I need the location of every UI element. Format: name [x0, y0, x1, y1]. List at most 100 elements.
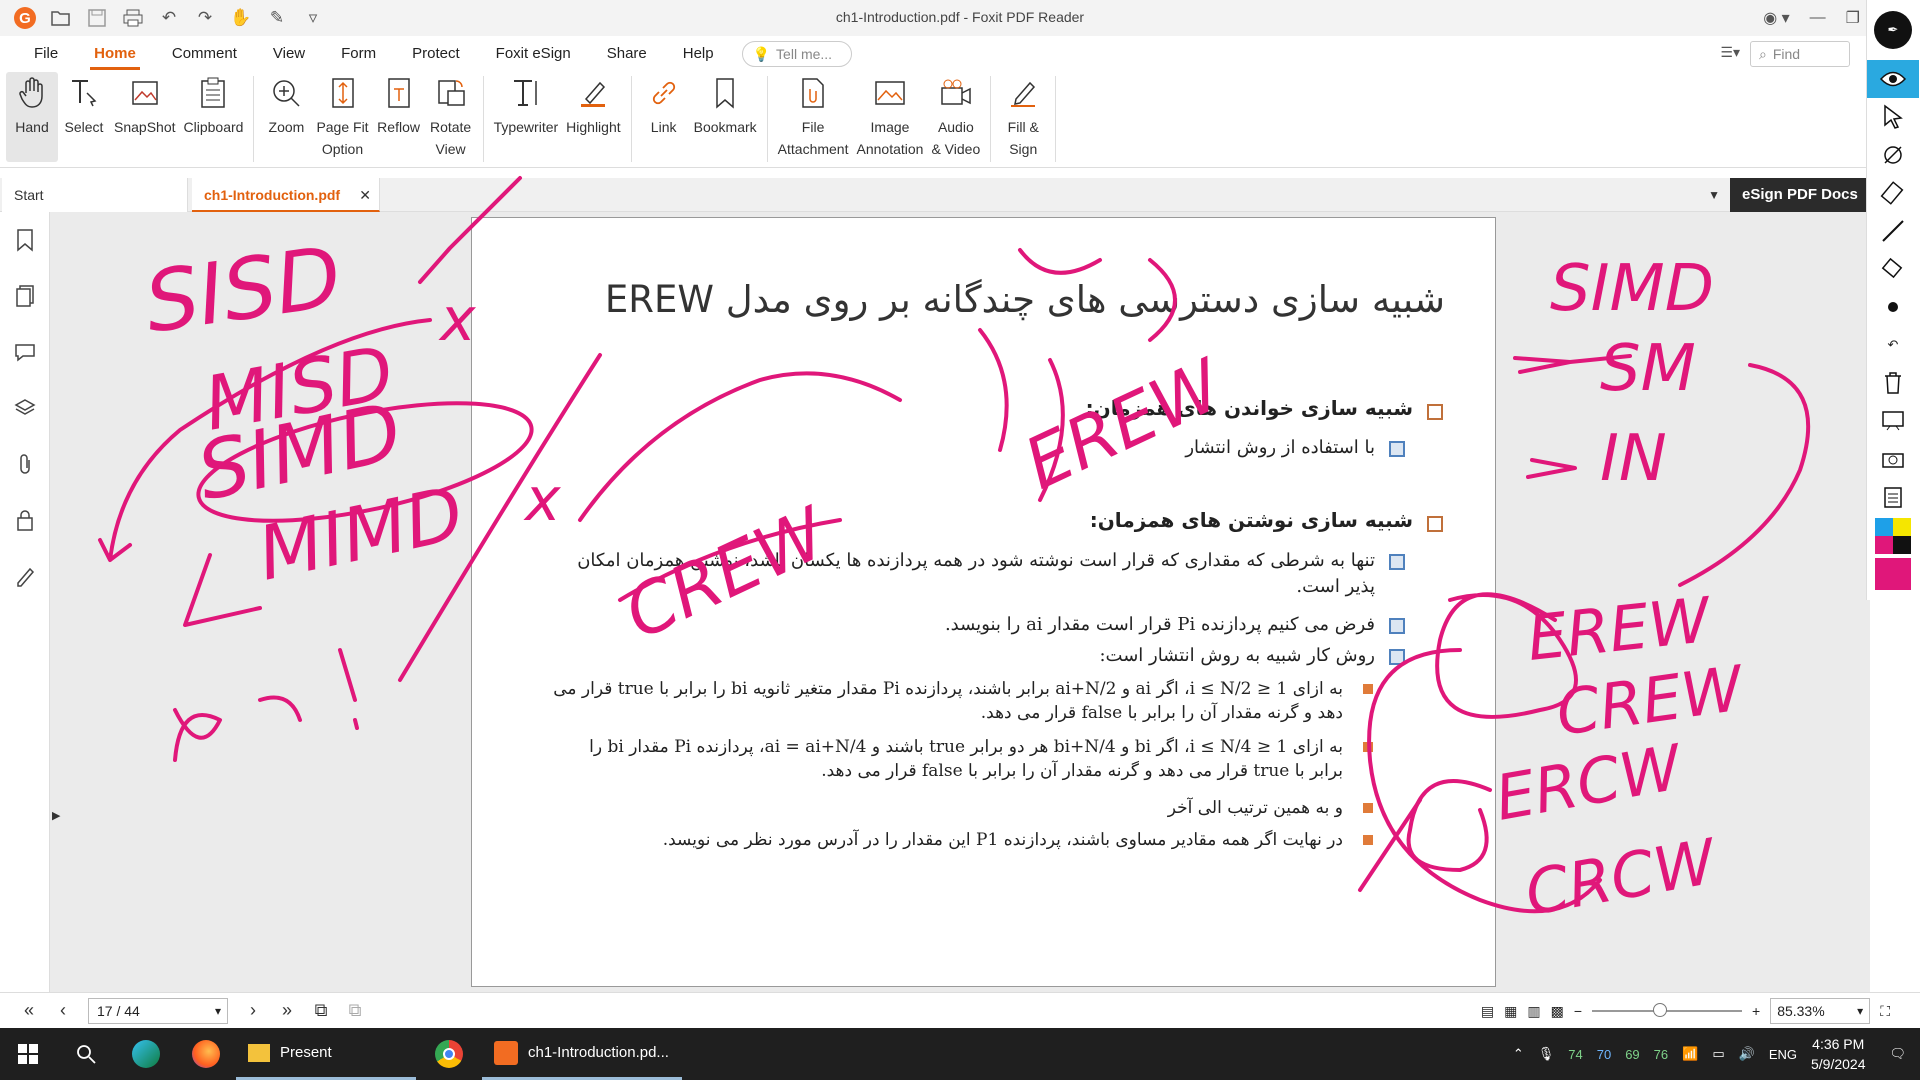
audio-video-button[interactable]: Audio & Video	[927, 72, 984, 162]
pages-panel-icon[interactable]	[0, 268, 50, 324]
document-viewer[interactable]: ▶ شبیه سازی دسترسی های چندگانه بر روی مد…	[50, 212, 1870, 992]
bookmark-button[interactable]: Bookmark	[690, 72, 761, 162]
account-icon[interactable]: ◉ ▾	[1763, 8, 1789, 28]
selected-color-swatch[interactable]	[1867, 556, 1919, 592]
search-taskbar-icon[interactable]	[56, 1028, 116, 1080]
notes-icon[interactable]	[1867, 478, 1919, 516]
image-annotation-button[interactable]: Image Annotation	[853, 72, 928, 162]
open-folder-icon[interactable]	[46, 4, 76, 32]
zoom-in-icon[interactable]: +	[1752, 1003, 1760, 1019]
continuous-facing-view-icon[interactable]: ▩	[1551, 1003, 1564, 1020]
cursor-icon[interactable]	[1867, 98, 1919, 136]
undo-icon[interactable]: ↶	[154, 4, 184, 32]
pen-tool-logo-icon[interactable]: ✒	[1867, 0, 1919, 60]
tell-me-input[interactable]: 💡 Tell me...	[741, 41, 852, 67]
select-button[interactable]: Select	[58, 72, 110, 162]
facing-view-icon[interactable]: ▥	[1527, 1003, 1540, 1020]
system-clock[interactable]: 4:36 PM 5/9/2024	[1811, 1034, 1866, 1074]
customize-dropdown-icon[interactable]: ▿	[298, 4, 328, 32]
pen-icon[interactable]: ✎	[262, 4, 292, 32]
line-tool-icon[interactable]	[1867, 212, 1919, 250]
undo-ink-icon[interactable]: ↶	[1867, 326, 1919, 364]
single-page-view-icon[interactable]: ▤	[1481, 1003, 1494, 1020]
tab-document[interactable]: ch1-Introduction.pdf ✕	[192, 178, 380, 212]
menu-file[interactable]: File	[16, 36, 76, 72]
print-icon[interactable]	[118, 4, 148, 32]
foxit-logo-icon[interactable]: G	[10, 4, 40, 32]
zoom-level-input[interactable]: 85.33%	[1770, 998, 1871, 1024]
typewriter-button[interactable]: Typewriter	[490, 72, 563, 162]
tab-list-dropdown-icon[interactable]: ▼	[1708, 188, 1720, 202]
menu-comment[interactable]: Comment	[154, 36, 255, 72]
save-icon[interactable]	[82, 4, 112, 32]
reflow-button[interactable]: Reflow	[373, 72, 425, 162]
eraser-icon[interactable]	[1867, 250, 1919, 288]
esign-pdf-docs-button[interactable]: eSign PDF Docs	[1730, 178, 1870, 212]
signature-panel-icon[interactable]	[0, 548, 50, 604]
page-number-input[interactable]: 17 / 44	[88, 997, 228, 1024]
security-panel-icon[interactable]	[0, 492, 50, 548]
next-page-icon[interactable]: ›	[236, 996, 270, 1026]
zoom-out-icon[interactable]: −	[1574, 1003, 1582, 1019]
continuous-view-icon[interactable]: ▦	[1504, 1003, 1517, 1020]
color-palette[interactable]	[1867, 516, 1919, 556]
eye-icon[interactable]	[1867, 60, 1919, 98]
chrome-browser-icon[interactable]	[416, 1028, 482, 1080]
network-icon[interactable]: 📶	[1682, 1046, 1698, 1062]
find-input[interactable]: ⌕ Find	[1750, 41, 1850, 67]
menu-help[interactable]: Help	[665, 36, 732, 72]
windows-start-icon[interactable]	[0, 1028, 56, 1080]
tab-start[interactable]: Start	[2, 178, 188, 212]
redo-icon[interactable]: ↷	[190, 4, 220, 32]
highlight-button[interactable]: Highlight	[562, 72, 624, 162]
taskbar-app-present[interactable]: Present	[236, 1028, 416, 1080]
bookmark-panel-icon[interactable]	[0, 212, 50, 268]
zoom-slider-knob[interactable]	[1652, 1003, 1667, 1017]
rotate-view-button[interactable]: Rotate View	[425, 72, 477, 162]
comments-panel-icon[interactable]	[0, 324, 50, 380]
laser-pointer-icon[interactable]	[1867, 136, 1919, 174]
fullscreen-icon[interactable]: ⛶	[1880, 1003, 1890, 1020]
link-button[interactable]: Link	[638, 72, 690, 162]
menu-share[interactable]: Share	[589, 36, 665, 72]
fill-sign-button[interactable]: Fill & Sign	[997, 72, 1049, 162]
whiteboard-icon[interactable]	[1867, 402, 1919, 440]
zoom-slider[interactable]	[1592, 1003, 1742, 1017]
previous-page-icon[interactable]: ‹	[46, 996, 80, 1026]
show-hidden-icons-icon[interactable]: ⌃	[1513, 1046, 1524, 1062]
volume-icon[interactable]: 🔊	[1739, 1046, 1755, 1062]
camera-icon[interactable]	[1867, 440, 1919, 478]
clipboard-button[interactable]: Clipboard	[180, 72, 248, 162]
zoom-button[interactable]: Zoom	[260, 72, 312, 162]
close-tab-icon[interactable]: ✕	[359, 178, 371, 212]
dot-size-icon[interactable]	[1867, 288, 1919, 326]
hand-tool-icon[interactable]: ✋	[226, 4, 256, 32]
edge-browser-icon[interactable]	[116, 1028, 176, 1080]
menu-home[interactable]: Home	[76, 36, 154, 72]
first-page-icon[interactable]: «	[12, 996, 46, 1026]
insert-page-icon[interactable]: ⧉	[338, 996, 372, 1026]
battery-icon[interactable]: ▭	[1712, 1046, 1724, 1062]
menu-form[interactable]: Form	[323, 36, 394, 72]
menu-view[interactable]: View	[255, 36, 323, 72]
search-options-icon[interactable]: ☰▾	[1720, 44, 1740, 61]
layers-panel-icon[interactable]	[0, 380, 50, 436]
file-attachment-button[interactable]: File Attachment	[774, 72, 853, 162]
taskbar-app-foxit[interactable]: ch1-Introduction.pd...	[482, 1028, 682, 1080]
last-page-icon[interactable]: »	[270, 996, 304, 1026]
expand-panel-icon[interactable]: ▶	[52, 809, 60, 822]
extract-page-icon[interactable]: ⧉	[304, 996, 338, 1026]
hand-button[interactable]: Hand	[6, 72, 58, 162]
highlighter-icon[interactable]	[1867, 174, 1919, 212]
trash-icon[interactable]	[1867, 364, 1919, 402]
microphone-icon[interactable]: 🎙	[1538, 1046, 1555, 1062]
restore-icon[interactable]: ❐	[1846, 8, 1860, 28]
page-fit-option-button[interactable]: Page Fit Option	[312, 72, 372, 162]
menu-protect[interactable]: Protect	[394, 36, 478, 72]
snapshot-button[interactable]: SnapShot	[110, 72, 180, 162]
notifications-icon[interactable]: 🗨	[1889, 1046, 1906, 1062]
firefox-browser-icon[interactable]	[176, 1028, 236, 1080]
minimize-icon[interactable]: —	[1810, 9, 1826, 27]
menu-foxit-esign[interactable]: Foxit eSign	[478, 36, 589, 72]
attachments-panel-icon[interactable]	[0, 436, 50, 492]
